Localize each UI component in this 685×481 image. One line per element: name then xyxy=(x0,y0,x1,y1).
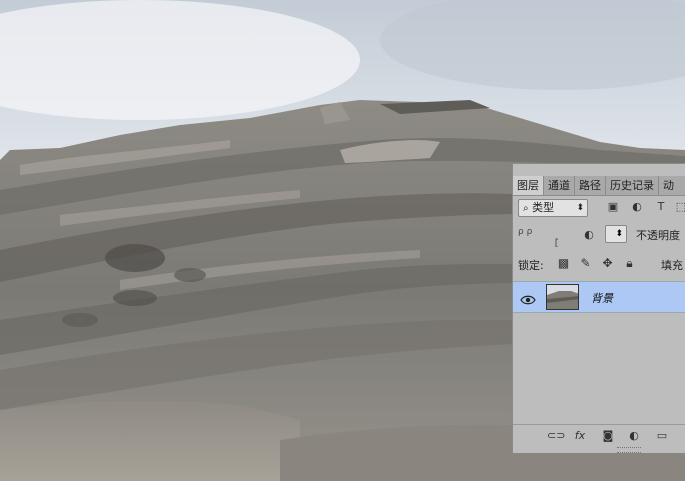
blend-mode-select[interactable]: ρ ρ xyxy=(518,225,566,248)
blend-icon: ◐ xyxy=(584,228,594,241)
layer-thumbnail xyxy=(546,284,579,310)
lock-transparent-icon[interactable]: ▩ xyxy=(557,257,570,270)
panel-tab-bar: 图层 通道 路径 历史记录 动 xyxy=(513,176,685,196)
adjustment-filter-icon[interactable]: ◐ xyxy=(631,201,643,213)
layer-filter-row: ⌕ 类型 ⬍ ▣ ◐ T ⬚ xyxy=(513,197,685,219)
opacity-row: ρ ρ ◐ ⬍ 不透明度 xyxy=(513,223,685,248)
lock-move-icon[interactable]: ✥ xyxy=(601,257,614,270)
filter-kind-label: 类型 xyxy=(532,201,555,214)
type-filter-icon[interactable]: T xyxy=(655,201,667,213)
eye-icon[interactable] xyxy=(520,291,536,305)
svg-text:ρ ρ: ρ ρ xyxy=(518,227,533,237)
adjustment-layer-icon[interactable]: ◐ xyxy=(627,429,641,443)
tab-channels[interactable]: 通道 xyxy=(544,176,575,195)
fx-icon[interactable]: fx xyxy=(573,429,587,443)
resize-grip[interactable] xyxy=(617,447,641,453)
opacity-label: 不透明度 xyxy=(636,229,680,242)
search-icon: ⌕ xyxy=(523,203,529,214)
tab-layers[interactable]: 图层 xyxy=(513,176,544,195)
image-filter-icon[interactable]: ▣ xyxy=(607,201,619,213)
tab-history[interactable]: 历史记录 xyxy=(606,176,659,195)
lock-paint-icon[interactable]: ✎ xyxy=(579,257,592,270)
mask-icon[interactable]: ◙ xyxy=(601,429,615,443)
opacity-select[interactable]: ⬍ xyxy=(605,225,627,243)
layer-name: 背景 xyxy=(591,292,613,305)
tab-actions[interactable]: 动 xyxy=(659,176,678,195)
chevron-down-icon: ⬍ xyxy=(576,203,584,213)
filter-kind-select[interactable]: ⌕ 类型 ⬍ xyxy=(518,199,588,217)
layer-row[interactable]: 背景 xyxy=(513,281,685,313)
lock-all-icon[interactable]: 🔒︎ xyxy=(623,257,636,270)
tab-paths[interactable]: 路径 xyxy=(575,176,606,195)
fill-label: 填充 xyxy=(661,259,683,272)
layers-panel: 图层 通道 路径 历史记录 动 ⌕ 类型 ⬍ ▣ ◐ T ⬚ ρ ρ ◐ ⬍ 不… xyxy=(512,163,685,453)
lock-label: 锁定: xyxy=(518,259,544,272)
link-layers-icon[interactable]: ⊂⊃ xyxy=(547,429,565,443)
lock-row: 锁定: ▩ ✎ ✥ 🔒︎ 填充 xyxy=(513,252,685,276)
shape-filter-icon[interactable]: ⬚ xyxy=(675,201,685,213)
panel-bottom-bar: ⊂⊃ fx ◙ ◐ ▭ xyxy=(513,424,685,447)
new-group-icon[interactable]: ▭ xyxy=(655,429,669,443)
